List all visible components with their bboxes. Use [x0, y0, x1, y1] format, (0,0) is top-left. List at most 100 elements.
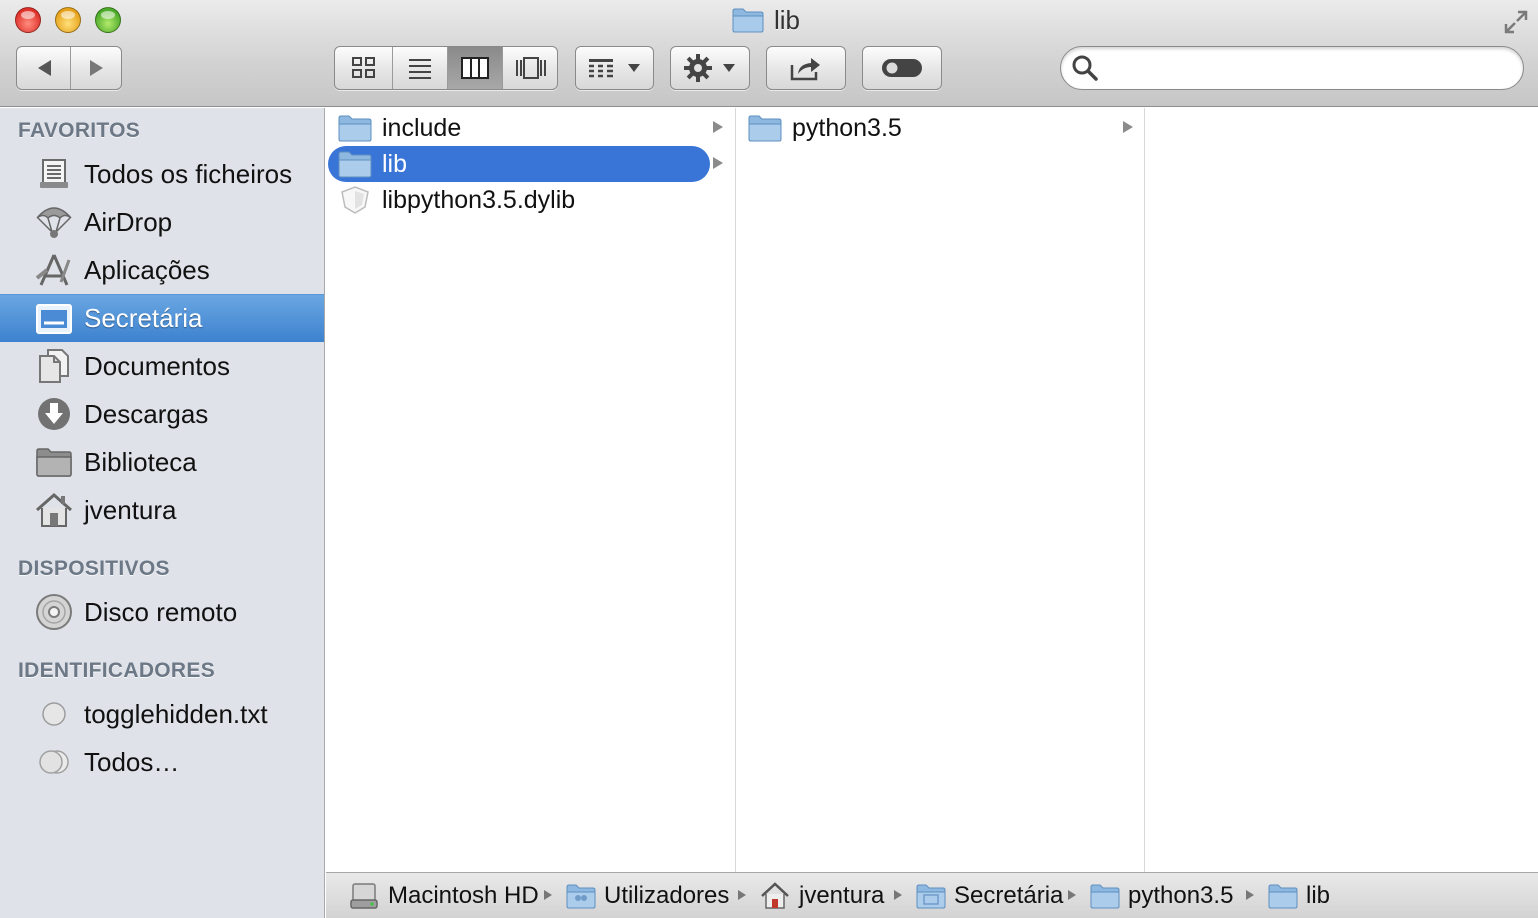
search-field[interactable] [1060, 46, 1524, 90]
home-icon [761, 882, 789, 909]
home-icon [36, 492, 72, 527]
sidebar-item-all-files[interactable]: Todos os ficheiros [0, 150, 324, 198]
list-item-include[interactable]: include [328, 110, 723, 146]
cover-flow-button[interactable] [502, 47, 557, 89]
close-window-button[interactable] [15, 7, 41, 33]
list-item-label: python3.5 [792, 113, 902, 142]
tags-button[interactable] [862, 46, 942, 90]
path-separator-icon [738, 890, 746, 900]
search-icon [1072, 55, 1098, 81]
sidebar-item-label: Biblioteca [84, 446, 197, 477]
disclosure-arrow-icon [1123, 121, 1133, 133]
disclosure-arrow-icon [713, 121, 723, 133]
airdrop-icon [36, 207, 72, 238]
search-input[interactable] [1107, 56, 1507, 80]
zoom-window-button[interactable] [95, 7, 121, 33]
sidebar-item-tag-togglehidden[interactable]: togglehidden.txt [0, 690, 324, 738]
sidebar-item-home[interactable]: jventura [0, 486, 324, 534]
sidebar-item-label: jventura [84, 494, 177, 525]
sidebar-item-label: togglehidden.txt [84, 698, 268, 729]
folder-icon [338, 151, 372, 178]
sidebar-item-remote-disc[interactable]: Disco remoto [0, 588, 324, 636]
sidebar-item-airdrop[interactable]: AirDrop [0, 198, 324, 246]
list-view-button[interactable] [392, 47, 447, 89]
sidebar-item-applications[interactable]: Aplicações [0, 246, 324, 294]
back-button[interactable] [17, 47, 70, 89]
list-item-lib[interactable]: lib [328, 146, 723, 182]
share-button[interactable] [766, 46, 846, 90]
sidebar: FAVORITOS Todos os ficheiros AirDrop Apl… [0, 108, 325, 918]
cover-flow-icon [516, 57, 546, 79]
sidebar-item-documents[interactable]: Documentos [0, 342, 324, 390]
hard-drive-icon [350, 883, 378, 909]
column-view-icon [461, 57, 489, 79]
sidebar-item-label: Todos… [84, 746, 180, 777]
path-item-label: Macintosh HD [388, 882, 539, 909]
action-button[interactable] [670, 46, 750, 90]
path-item-jventura[interactable]: jventura [761, 880, 884, 912]
folder-icon [1268, 884, 1298, 909]
fullscreen-icon[interactable] [1502, 8, 1530, 36]
arrange-button[interactable] [575, 46, 654, 90]
folder-icon [338, 115, 372, 142]
gear-icon [684, 54, 712, 82]
path-separator-icon [1068, 890, 1076, 900]
path-item-python35[interactable]: python3.5 [1090, 880, 1233, 912]
sidebar-item-all-tags[interactable]: Todos… [0, 738, 324, 786]
disclosure-arrow-icon [713, 157, 723, 169]
window-title: lib [732, 4, 800, 36]
window-title-text: lib [774, 4, 801, 35]
path-separator-icon [544, 890, 552, 900]
path-item-label: Utilizadores [604, 882, 730, 909]
folder-icon [1090, 884, 1120, 909]
tag-toggle-icon [882, 59, 922, 77]
tag-circle-icon [42, 702, 66, 726]
path-separator-icon [894, 890, 902, 900]
applications-icon [35, 254, 71, 286]
downloads-icon [38, 398, 70, 430]
sidebar-item-library[interactable]: Biblioteca [0, 438, 324, 486]
sidebar-item-downloads[interactable]: Descargas [0, 390, 324, 438]
forward-button[interactable] [70, 47, 122, 89]
sidebar-item-label: Todos os ficheiros [84, 158, 293, 189]
back-arrow-icon [37, 60, 51, 76]
sidebar-item-label: Documentos [84, 350, 230, 381]
path-item-label: lib [1306, 882, 1331, 909]
chevron-down-icon [627, 64, 640, 72]
sidebar-item-label: Descargas [84, 398, 209, 429]
sidebar-item-label: AirDrop [84, 206, 173, 237]
column-browser: include lib libpython3.5.dylib python3.5 [326, 108, 1538, 872]
dylib-file-icon [341, 186, 369, 214]
all-tags-icon [39, 750, 69, 774]
path-item-users[interactable]: Utilizadores [566, 880, 729, 912]
sidebar-item-label: Disco remoto [84, 596, 238, 627]
arrange-grid-icon [588, 59, 613, 78]
path-separator-icon [1246, 890, 1254, 900]
column-2: python3.5 [736, 108, 1145, 872]
desktop-icon [36, 304, 72, 334]
column-1: include lib libpython3.5.dylib [326, 108, 736, 872]
back-forward-buttons [16, 46, 122, 90]
list-view-icon [409, 59, 431, 79]
view-mode-control [334, 46, 558, 90]
path-item-desktop[interactable]: Secretária [916, 880, 1063, 912]
list-item-label: libpython3.5.dylib [382, 185, 576, 214]
sidebar-heading-favorites: FAVORITOS [18, 119, 141, 142]
path-item-label: jventura [799, 882, 885, 909]
sidebar-item-desktop[interactable]: Secretária [0, 294, 324, 342]
list-item-python35[interactable]: python3.5 [738, 110, 1133, 146]
path-item-label: python3.5 [1128, 882, 1234, 909]
icon-view-icon [351, 57, 375, 78]
list-item-label: lib [382, 149, 408, 178]
icon-view-button[interactable] [335, 47, 392, 89]
minimize-window-button[interactable] [55, 7, 81, 33]
list-item-libpython-dylib[interactable]: libpython3.5.dylib [328, 182, 710, 218]
all-files-icon [40, 159, 68, 188]
path-item-macintosh-hd[interactable]: Macintosh HD [350, 880, 539, 912]
path-item-lib[interactable]: lib [1268, 880, 1330, 912]
sidebar-item-label: Aplicações [84, 254, 210, 285]
chevron-down-icon [723, 64, 735, 72]
list-item-label: include [382, 113, 462, 142]
forward-arrow-icon [89, 60, 103, 76]
column-view-button[interactable] [447, 47, 502, 89]
